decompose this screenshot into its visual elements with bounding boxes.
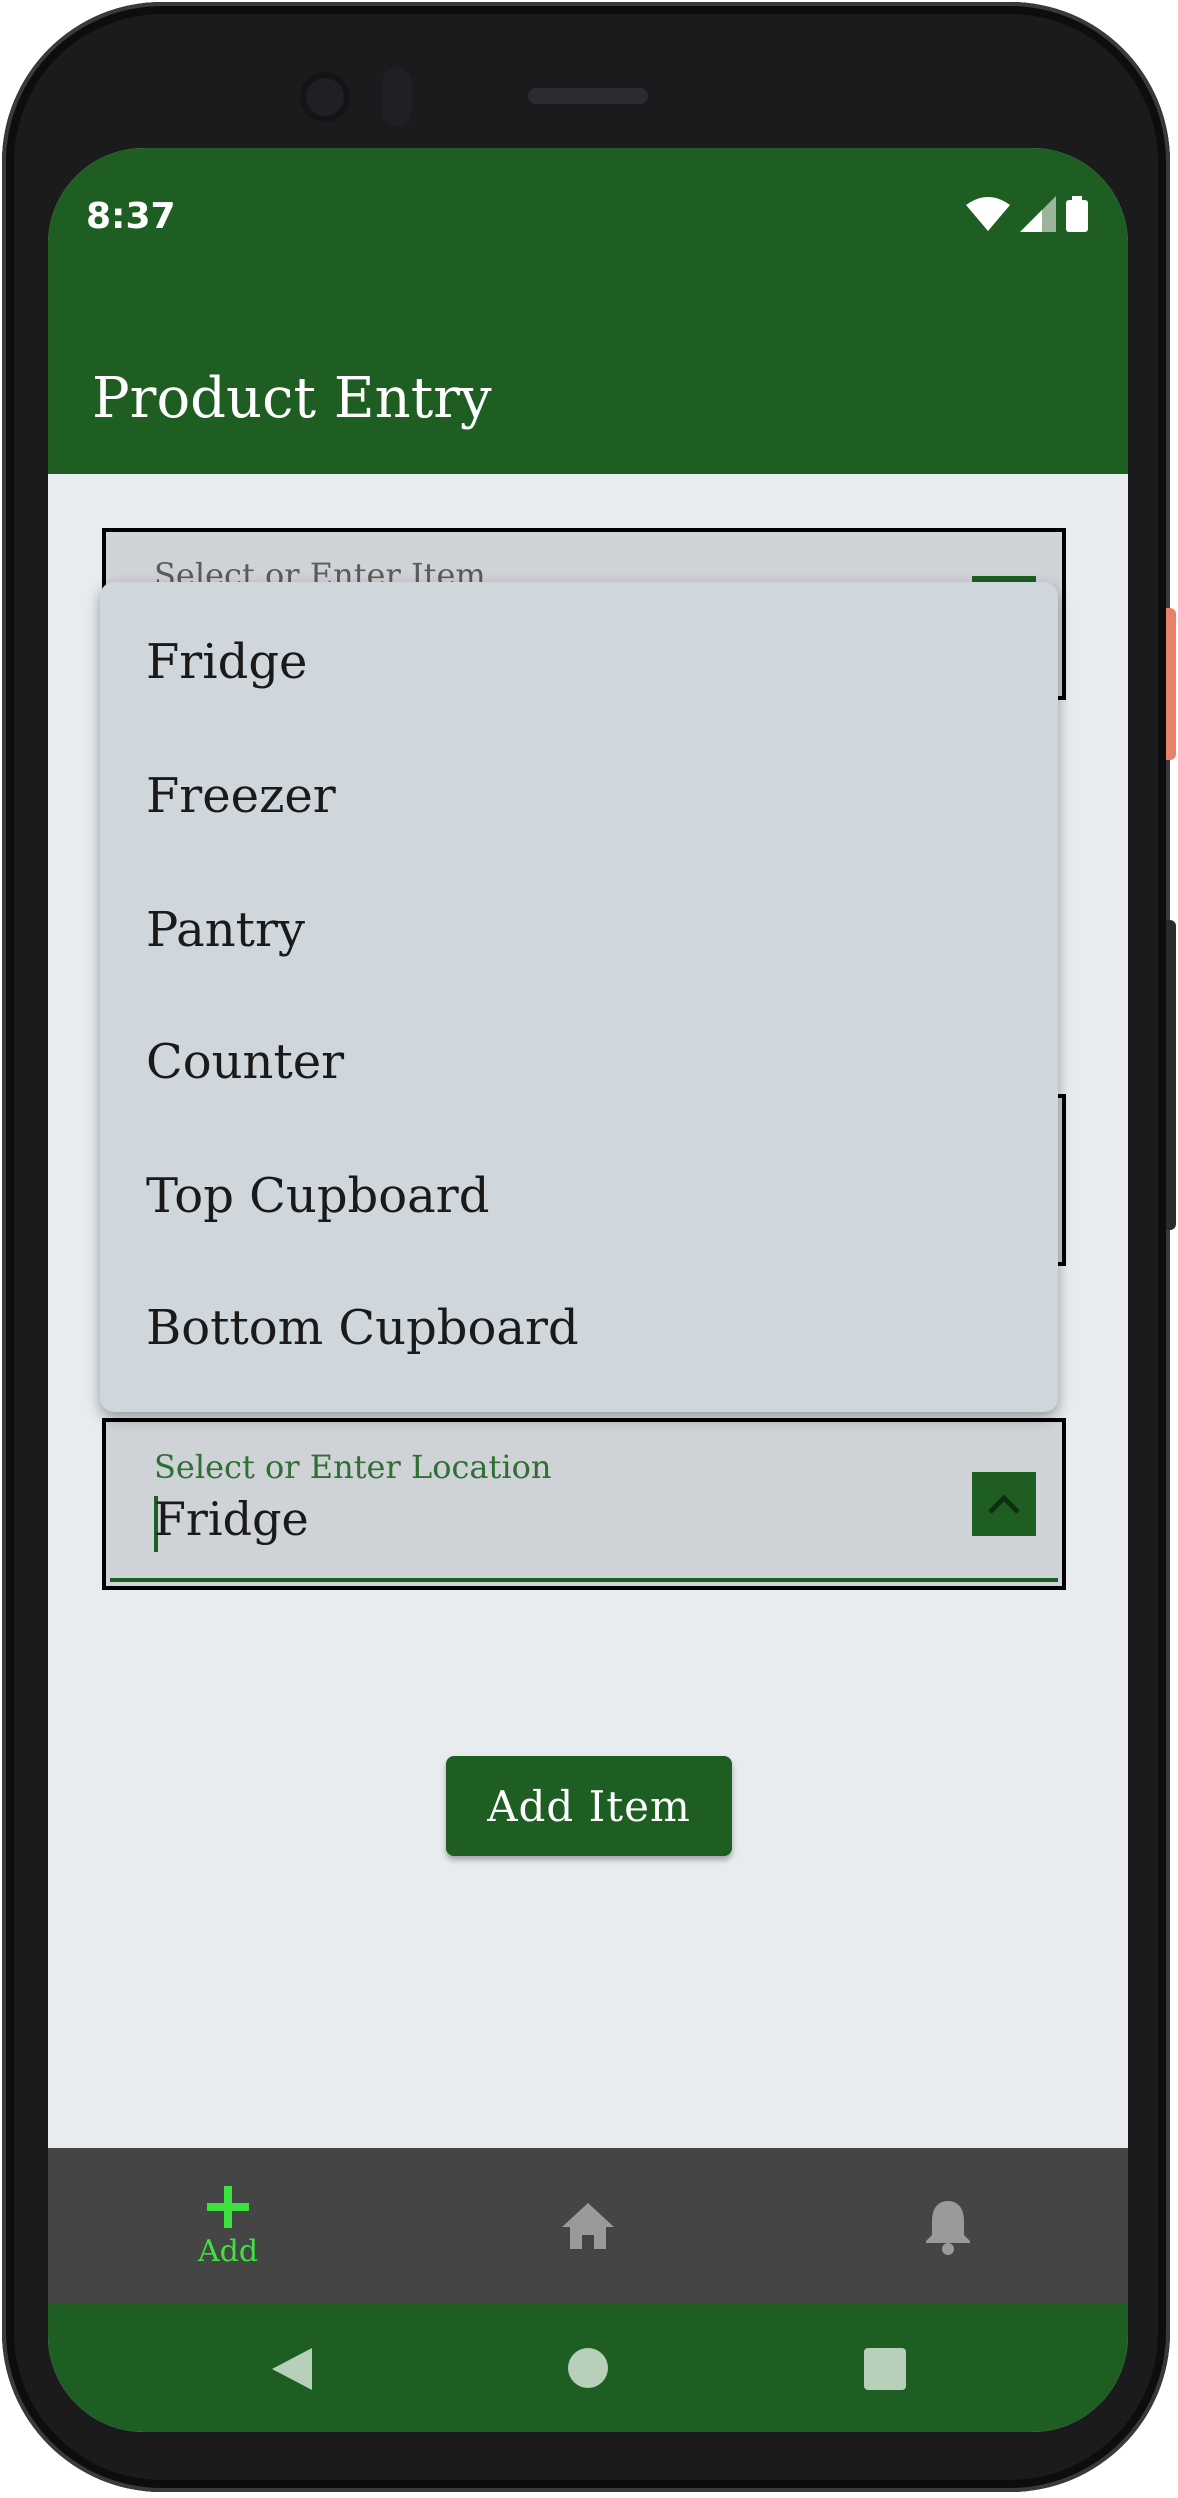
bell-icon [926,2201,970,2255]
wifi-icon [966,197,1010,231]
bottom-navigation: Add [48,2148,1128,2304]
status-bar: 8:37 [48,148,1128,288]
home-circle-icon[interactable] [568,2348,608,2388]
menu-item-fridge[interactable]: Fridge [146,634,307,690]
menu-item-bottom-cupboard[interactable]: Bottom Cupboard [146,1300,579,1356]
location-field-value[interactable]: Fridge [154,1492,309,1546]
menu-item-top-cupboard[interactable]: Top Cupboard [146,1168,489,1224]
screen: 8:37 Product Entry Select or Enter Item … [48,148,1128,2432]
power-button [1166,608,1176,760]
nav-add-label: Add [197,2233,259,2269]
battery-icon [1066,196,1088,232]
location-field-label: Select or Enter Location [154,1448,552,1486]
earpiece-speaker [528,88,648,104]
menu-item-counter[interactable]: Counter [146,1034,344,1090]
plus-icon [207,2185,249,2228]
status-icons [966,196,1088,232]
system-navigation-bar [48,2304,1128,2432]
location-dropdown-menu: Fridge Freezer Pantry Counter Top Cupboa… [100,582,1058,1412]
proximity-sensor [382,68,412,126]
home-icon [562,2203,614,2249]
phone-frame: 8:37 Product Entry Select or Enter Item … [2,2,1170,2492]
chevron-up-icon [988,1494,1020,1514]
menu-item-freezer[interactable]: Freezer [146,768,336,824]
location-dropdown-button[interactable] [972,1472,1036,1536]
volume-rocker [1166,920,1176,1230]
page-title: Product Entry [92,366,492,431]
nav-add[interactable]: Add [168,2148,288,2304]
status-time: 8:37 [86,196,176,237]
menu-item-pantry[interactable]: Pantry [146,902,305,958]
front-camera [300,72,350,122]
cell-signal-icon [1020,196,1056,232]
nav-home[interactable] [528,2148,648,2304]
location-field[interactable]: Select or Enter Location Fridge [102,1418,1066,1590]
add-item-button[interactable]: Add Item [446,1756,732,1856]
back-icon[interactable] [270,2346,314,2392]
recents-icon[interactable] [864,2348,906,2390]
nav-notifications[interactable] [888,2148,1008,2304]
